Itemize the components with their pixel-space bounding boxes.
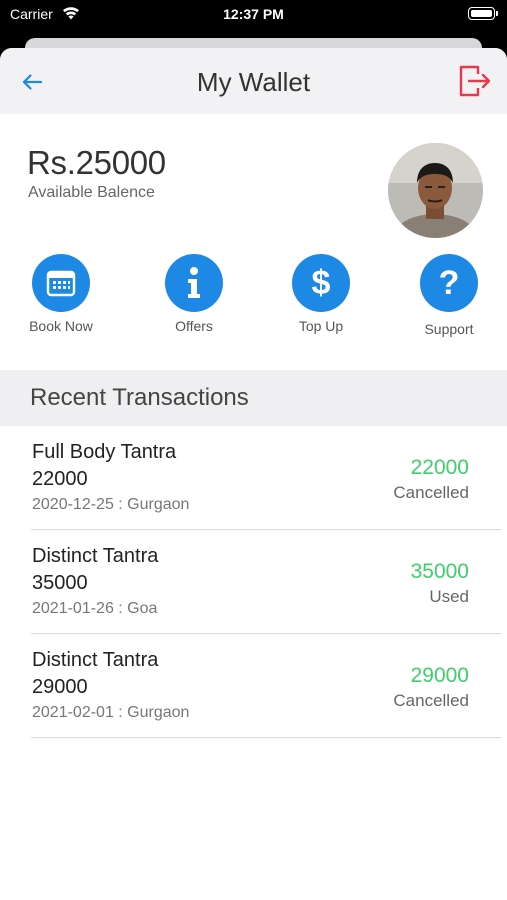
transaction-status: Cancelled	[393, 483, 469, 502]
status-time: 12:37 PM	[223, 6, 284, 22]
transaction-status: Cancelled	[393, 691, 469, 710]
wallet-sheet: My Wallet Rs.25000 Available Balence Boo…	[0, 48, 507, 900]
top-up-label: Top Up	[298, 318, 344, 334]
balance-amount: Rs.25000	[27, 144, 166, 181]
status-bar: Carrier 12:37 PM	[0, 0, 507, 30]
quick-actions: Book Now Offers $ Top Up ? Support	[0, 254, 507, 354]
transaction-amount: 35000	[32, 572, 88, 594]
dollar-icon: $	[311, 263, 331, 302]
recent-transactions-header: Recent Transactions	[0, 370, 507, 426]
offers-label: Offers	[175, 318, 213, 334]
transaction-value: 22000	[410, 456, 469, 479]
transaction-value: 29000	[410, 664, 469, 687]
logout-button[interactable]	[457, 63, 493, 99]
offers-circle	[165, 254, 223, 312]
section-title: Recent Transactions	[30, 384, 249, 411]
transaction-amount: 29000	[32, 676, 88, 698]
list-item[interactable]: Full Body Tantra 22000 2020-12-25 : Gurg…	[31, 426, 501, 530]
top-up-button[interactable]: $ Top Up	[271, 254, 371, 334]
book-now-button[interactable]: Book Now	[11, 254, 111, 334]
logout-icon	[459, 65, 491, 97]
transaction-meta: 2021-02-01 : Gurgaon	[32, 704, 190, 721]
transaction-amount: 22000	[32, 468, 88, 490]
transaction-meta: 2020-12-25 : Gurgaon	[32, 496, 190, 513]
book-now-label: Book Now	[29, 318, 93, 334]
support-label: Support	[424, 321, 474, 337]
navigation-bar: My Wallet	[0, 48, 507, 114]
balance-label: Available Balence	[28, 184, 155, 201]
support-button[interactable]: ? Support	[399, 254, 499, 337]
transaction-list: Full Body Tantra 22000 2020-12-25 : Gurg…	[0, 426, 507, 738]
book-now-circle	[32, 254, 90, 312]
support-circle: ?	[420, 254, 478, 312]
battery-icon	[468, 7, 498, 20]
top-up-circle: $	[292, 254, 350, 312]
transaction-value: 35000	[410, 560, 469, 583]
avatar[interactable]	[388, 143, 483, 238]
list-item[interactable]: Distinct Tantra 35000 2021-01-26 : Goa 3…	[31, 530, 501, 634]
page-title: My Wallet	[196, 67, 311, 97]
transaction-name: Distinct Tantra	[32, 545, 159, 567]
transaction-name: Distinct Tantra	[32, 649, 159, 671]
transaction-name: Full Body Tantra	[32, 441, 177, 463]
offers-button[interactable]: Offers	[144, 254, 244, 334]
calendar-icon	[46, 270, 76, 297]
list-item[interactable]: Distinct Tantra 29000 2021-02-01 : Gurga…	[31, 634, 501, 738]
transaction-status: Used	[429, 587, 469, 606]
info-icon	[188, 267, 200, 298]
question-icon: ?	[438, 263, 460, 302]
transaction-meta: 2021-01-26 : Goa	[32, 600, 158, 617]
